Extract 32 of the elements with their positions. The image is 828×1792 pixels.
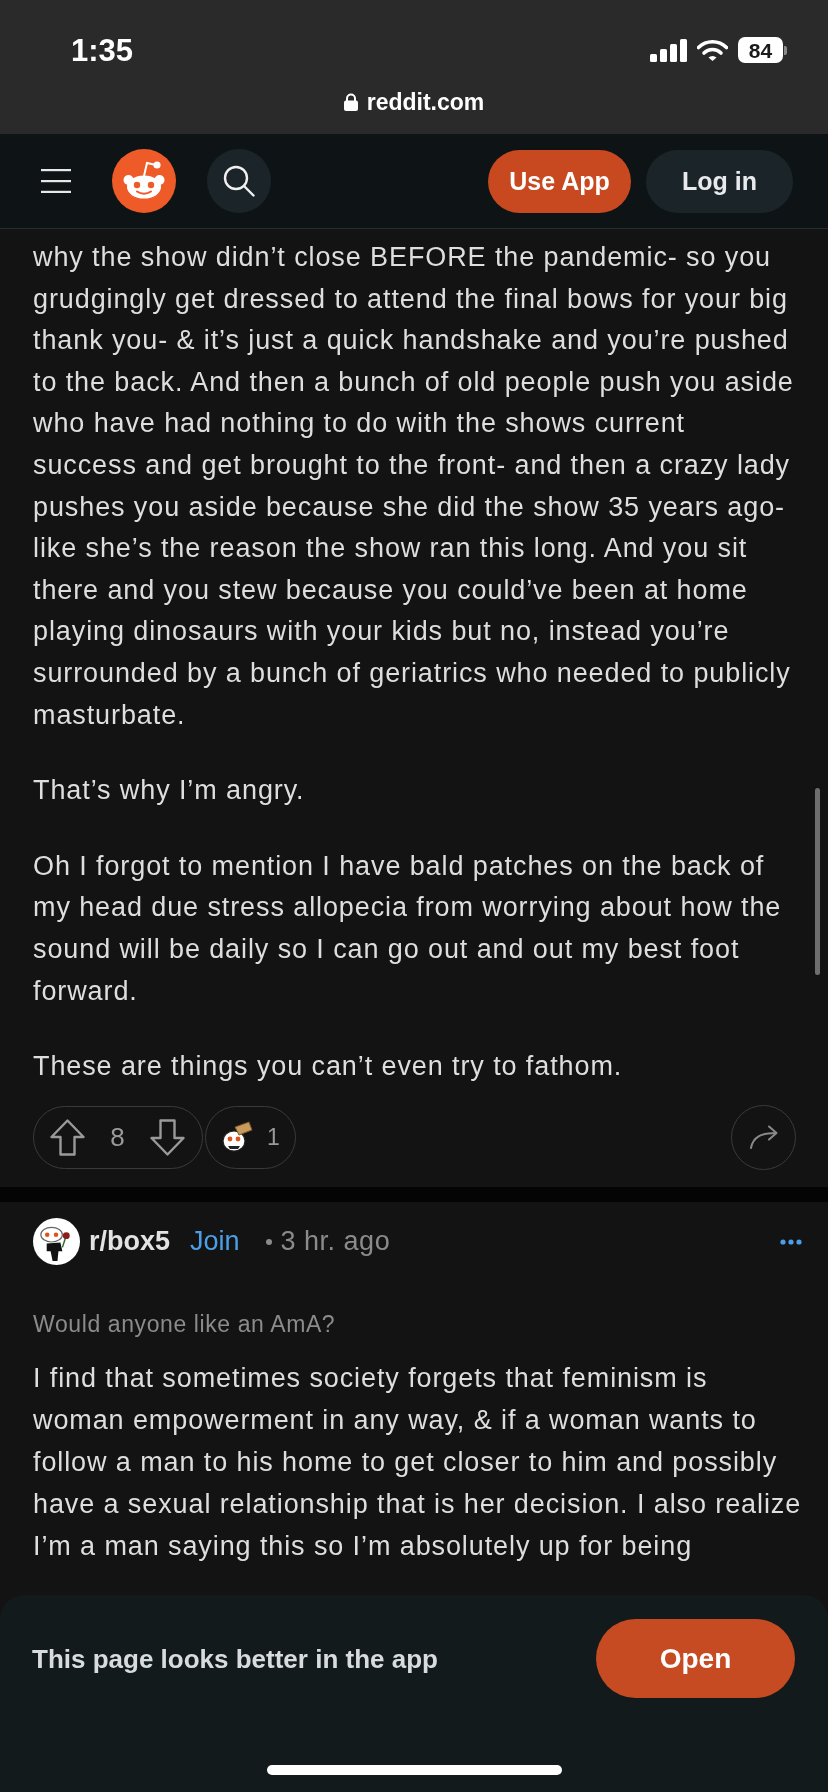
status-time: 1:35 [71, 34, 134, 66]
url-text[interactable]: reddit.com [366, 90, 485, 114]
comment-paragraph: why the show didn’t close BEFORE the pandemic- so you grudgingly get dressed to attend the final bows for your big thank you- & it’s just a quick handshake and you’re pushed to the back. And then a bunch of old people push you aside who have had nothing to do with the shows current success and get brought to the front- and then a crazy lady pushes you aside because she did the show 35 years ago- like she’s the reason the show ran this long. And you sit there and you stew because you could’ve been at home playing dinosaurs with your kids but no, instead you’re surrounded by a bunch of geriatrics who needed to publicly masturbate. [33, 241, 795, 732]
lock-icon [343, 93, 358, 111]
menu-icon[interactable] [41, 169, 71, 193]
post-body: I find that sometimes society forgets that feminism is woman empowerment in any way, & if a woman wants to follow a man to his home to get closer to him and possibly have a sexual relationship that is her decision. I also realize I’m a man saying this so I’m absolutely up for being [33, 1361, 803, 1563]
comment-paragraph: That’s why I’m angry. [33, 774, 306, 808]
more-options-icon [780, 1238, 802, 1245]
post-time: 3 hr. ago [280, 1228, 391, 1256]
subreddit-avatar-icon [33, 1218, 80, 1266]
downvote-button[interactable] [150, 1118, 185, 1156]
more-options-button[interactable] [780, 1238, 802, 1245]
wifi-icon [697, 38, 728, 62]
up-arrow-icon [50, 1118, 85, 1156]
award-icon [221, 1121, 253, 1154]
upvote-button[interactable] [50, 1118, 85, 1156]
app-banner-message: This page looks better in the app [32, 1645, 438, 1672]
join-button[interactable]: Join [190, 1228, 240, 1256]
comment-paragraph: Oh I forgot to mention I have bald patches on the back of my head due stress allopecia from worrying about how the sound will be daily so I can go out and out my best foot forward. [33, 849, 783, 1008]
use-app-button[interactable]: Use App [488, 149, 631, 213]
down-arrow-icon [150, 1118, 185, 1156]
logo-icon[interactable] [112, 149, 176, 213]
subreddit-name[interactable]: r/box5 [89, 1228, 171, 1256]
open-app-button[interactable]: Open [596, 1619, 795, 1698]
search-icon [223, 165, 255, 197]
signal-icon [650, 38, 687, 62]
post-title[interactable]: Would anyone like an AmA? [33, 1308, 803, 1339]
battery-percentage: 84 [748, 39, 773, 61]
comment-paragraph: These are things you can’t even try to fathom. [33, 1050, 624, 1084]
share-icon [748, 1125, 779, 1150]
vote-count: 8 [110, 1124, 125, 1151]
log-in-button[interactable]: Log in [646, 149, 793, 213]
